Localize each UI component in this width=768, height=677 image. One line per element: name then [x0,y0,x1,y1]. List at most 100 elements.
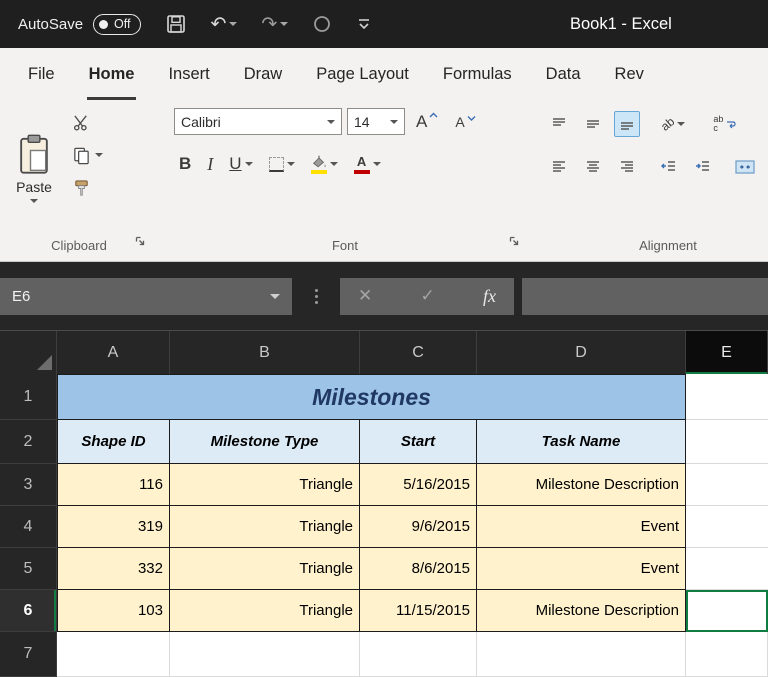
cell-c2-header[interactable]: Start [360,420,477,464]
redo-dropdown-icon[interactable] [280,22,289,26]
column-header-b[interactable]: B [170,331,360,374]
tab-page-layout[interactable]: Page Layout [314,48,411,100]
tab-file[interactable]: File [26,48,57,100]
cell-a3[interactable]: 116 [57,464,170,506]
column-header-a[interactable]: A [57,331,170,374]
font-color-button[interactable]: A [349,149,386,179]
cell-b5[interactable]: Triangle [170,548,360,590]
name-box[interactable]: E6 [0,277,292,315]
borders-dropdown-icon[interactable] [286,162,295,166]
font-size-dropdown-icon[interactable] [390,119,398,124]
wrap-text-button[interactable]: ab c [708,110,741,138]
increase-indent-button[interactable] [690,154,716,180]
sync-status-button[interactable] [312,14,332,34]
bottom-align-button[interactable] [614,111,640,137]
cell-a1-milestones-title[interactable]: Milestones [57,374,686,420]
cell-a5[interactable]: 332 [57,548,170,590]
paste-dropdown-icon[interactable] [30,199,38,203]
increase-font-size-button[interactable]: A [410,110,444,134]
cell-b4[interactable]: Triangle [170,506,360,548]
align-right-button[interactable] [614,154,640,180]
cancel-icon[interactable]: ✕ [358,286,372,306]
align-left-button[interactable] [546,154,572,180]
row-header-4[interactable]: 4 [0,506,57,548]
cell-c5[interactable]: 8/6/2015 [360,548,477,590]
decrease-indent-button[interactable] [656,154,682,180]
font-dialog-launcher[interactable] [508,234,520,252]
fill-color-dropdown-icon[interactable] [329,162,338,166]
row-header-1[interactable]: 1 [0,374,57,420]
cell-d3[interactable]: Milestone Description [477,464,686,506]
font-size-combobox[interactable]: 14 [347,108,405,135]
decrease-font-size-button[interactable]: A [449,112,481,132]
cell-c4[interactable]: 9/6/2015 [360,506,477,548]
cell-a4[interactable]: 319 [57,506,170,548]
cell-e1[interactable] [686,374,768,420]
cell-c6[interactable]: 11/15/2015 [360,590,477,632]
insert-function-icon[interactable]: fx [483,286,496,307]
cell-c7[interactable] [360,632,477,677]
row-header-3[interactable]: 3 [0,464,57,506]
cell-e2[interactable] [686,420,768,464]
cell-e6-selected[interactable] [686,590,768,632]
cell-d7[interactable] [477,632,686,677]
cell-a2-header[interactable]: Shape ID [57,420,170,464]
row-header-2[interactable]: 2 [0,420,57,464]
cell-c3[interactable]: 5/16/2015 [360,464,477,506]
underline-dropdown-icon[interactable] [244,162,253,166]
font-color-dropdown-icon[interactable] [372,162,381,166]
column-header-c[interactable]: C [360,331,477,374]
autosave-toggle[interactable]: AutoSave Off [18,13,141,35]
tab-review[interactable]: Rev [613,48,646,100]
cell-d2-header[interactable]: Task Name [477,420,686,464]
orientation-button[interactable]: ab [656,112,690,136]
cell-e4[interactable] [686,506,768,548]
cell-b3[interactable]: Triangle [170,464,360,506]
column-header-e[interactable]: E [686,331,768,374]
row-header-6[interactable]: 6 [0,590,57,632]
cell-a6[interactable]: 103 [57,590,170,632]
tab-home[interactable]: Home [87,48,137,100]
align-center-button[interactable] [580,154,606,180]
paste-button[interactable]: Paste [6,102,62,230]
copy-button[interactable] [72,143,103,167]
cell-a7[interactable] [57,632,170,677]
select-all-button[interactable] [0,331,57,374]
tab-data[interactable]: Data [544,48,583,100]
undo-dropdown-icon[interactable] [229,22,238,26]
middle-align-button[interactable] [580,111,606,137]
cell-b7[interactable] [170,632,360,677]
cell-d4[interactable]: Event [477,506,686,548]
formula-input[interactable] [522,277,768,315]
redo-button[interactable]: ↷ [261,15,289,34]
quick-access-options-button[interactable] [356,17,372,31]
cell-e5[interactable] [686,548,768,590]
cell-e3[interactable] [686,464,768,506]
top-align-button[interactable] [546,111,572,137]
tab-insert[interactable]: Insert [166,48,211,100]
underline-button[interactable]: U [224,149,257,179]
format-painter-button[interactable] [72,176,103,200]
name-box-dropdown-icon[interactable] [270,293,280,299]
row-header-7[interactable]: 7 [0,632,57,677]
cell-b6[interactable]: Triangle [170,590,360,632]
borders-button[interactable] [264,149,300,179]
enter-icon[interactable]: ✓ [421,286,435,306]
cell-d6[interactable]: Milestone Description [477,590,686,632]
copy-dropdown-icon[interactable] [95,153,103,157]
orientation-dropdown-icon[interactable] [677,122,686,126]
fill-color-button[interactable] [306,149,343,179]
cell-b2-header[interactable]: Milestone Type [170,420,360,464]
cut-button[interactable] [72,110,103,134]
font-name-dropdown-icon[interactable] [327,119,335,124]
cell-d5[interactable]: Event [477,548,686,590]
save-button[interactable] [165,13,187,35]
column-header-d[interactable]: D [477,331,686,374]
row-header-5[interactable]: 5 [0,548,57,590]
clipboard-dialog-launcher[interactable] [134,234,146,252]
tab-draw[interactable]: Draw [242,48,285,100]
bold-button[interactable]: B [174,149,196,179]
undo-button[interactable]: ↶ [211,15,238,34]
font-name-combobox[interactable]: Calibri [174,108,342,135]
italic-button[interactable]: I [202,149,218,179]
